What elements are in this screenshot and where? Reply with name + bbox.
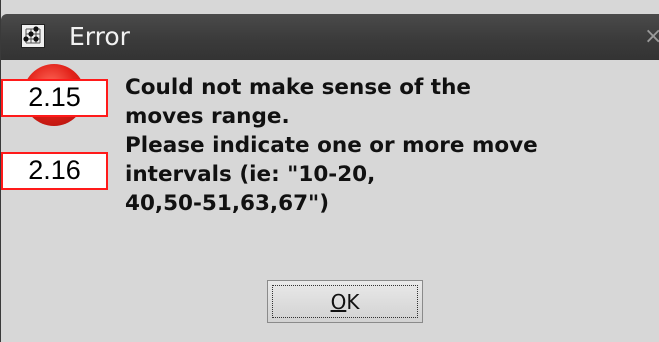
error-dialog: Error × 2.15 2.16 Could not make sense o…: [0, 0, 659, 342]
message-line: Please indicate one or more move: [125, 133, 538, 158]
window-title: Error: [69, 22, 130, 51]
message-line: intervals (ie: "10-20,: [125, 162, 376, 187]
message-line: moves range.: [125, 104, 290, 129]
message-line: Could not make sense of the: [125, 75, 471, 100]
ok-button[interactable]: OK: [267, 280, 423, 323]
go-board-icon: [21, 24, 45, 48]
ok-mnemonic: O: [330, 290, 347, 314]
error-message: Could not make sense of the moves range.…: [125, 73, 659, 218]
close-icon[interactable]: ×: [644, 24, 659, 50]
ok-button-label: OK: [268, 290, 422, 314]
annotation-tag: 2.16: [1, 152, 108, 190]
annotation-tag: 2.15: [1, 79, 108, 117]
message-line: 40,50-51,63,67"): [125, 191, 330, 216]
title-bar[interactable]: Error ×: [1, 14, 659, 60]
ok-label-rest: K: [346, 290, 360, 314]
